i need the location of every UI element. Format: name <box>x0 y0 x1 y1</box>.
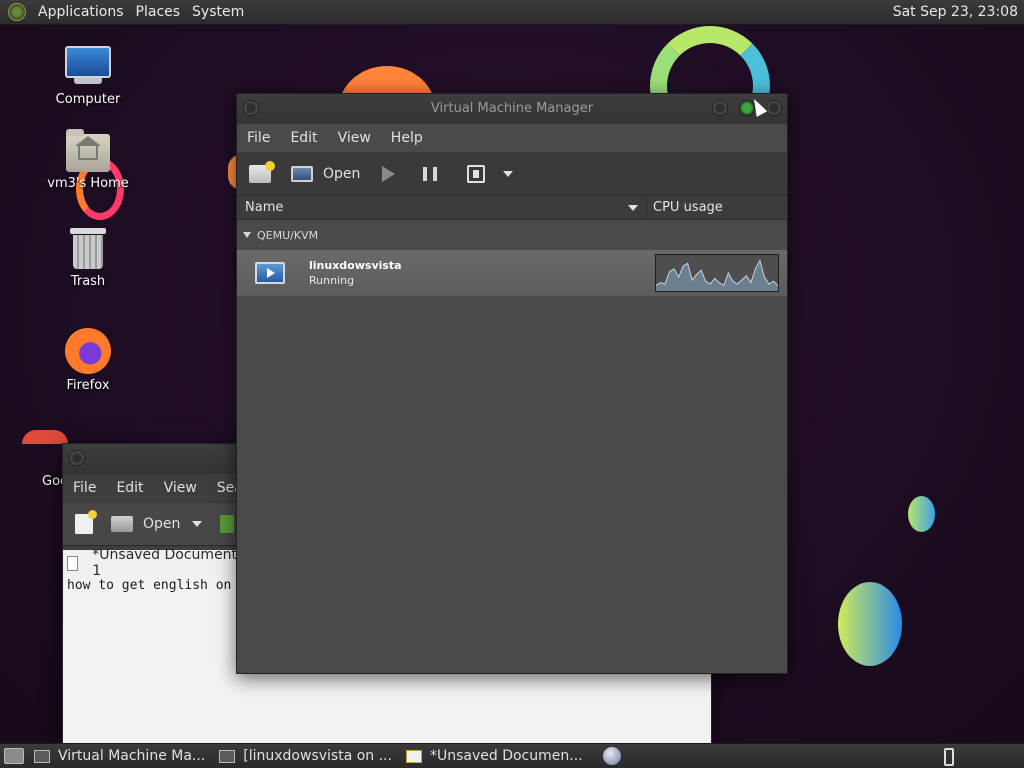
connection-label: QEMU/KVM <box>257 228 319 242</box>
task-text-editor[interactable]: *Unsaved Documen... <box>405 748 583 764</box>
tab-unsaved-document[interactable]: *Unsaved Document 1 <box>63 547 239 579</box>
open-button-label: Open <box>143 516 181 532</box>
column-header-cpu[interactable]: CPU usage <box>647 196 723 219</box>
wallpaper-small-egg <box>908 496 935 532</box>
vm-console-task-icon <box>219 749 236 763</box>
save-icon <box>220 515 235 533</box>
vmm-menu-edit[interactable]: Edit <box>280 130 327 146</box>
shutdown-button[interactable] <box>467 165 486 183</box>
vmm-menu-help[interactable]: Help <box>381 130 433 146</box>
desktop-icon-chrome[interactable]: Goo <box>0 430 68 489</box>
cpu-area <box>656 260 778 291</box>
editor-content: how to get english on <box>67 578 232 593</box>
cpu-usage-graph <box>655 254 779 292</box>
trash-icon <box>70 228 106 270</box>
places-menu[interactable]: Places <box>130 4 187 20</box>
task-label: [linuxdowsvista on ... <box>243 748 392 764</box>
globe-icon[interactable] <box>602 747 621 765</box>
vmm-toolbar: Open <box>237 152 787 196</box>
firefox-icon <box>65 328 111 374</box>
open-folder-icon <box>111 516 133 532</box>
desktop-icon-label: vm3's Home <box>47 176 129 191</box>
open-vm-label: Open <box>323 166 361 182</box>
editor-menu-file[interactable]: File <box>63 480 106 496</box>
editor-menu-view[interactable]: View <box>154 480 207 496</box>
close-button[interactable] <box>766 100 782 116</box>
tab-label: *Unsaved Document 1 <box>92 547 238 579</box>
open-button[interactable]: Open <box>111 516 180 532</box>
task-virt-manager[interactable]: Virtual Machine Ma... <box>34 748 205 764</box>
save-button[interactable] <box>220 515 235 533</box>
new-document-button[interactable] <box>75 510 97 534</box>
chevron-down-icon <box>192 521 203 527</box>
text-editor-task-icon <box>405 749 422 763</box>
run-button[interactable] <box>382 166 396 182</box>
desktop-icon-computer[interactable]: Computer <box>38 46 138 107</box>
window-title: Virtual Machine Manager <box>430 101 594 116</box>
wallpaper-large-egg <box>838 582 902 666</box>
virt-manager-task-icon <box>34 749 50 763</box>
new-document-icon <box>75 510 97 534</box>
desktop-icon-label: Trash <box>70 274 106 289</box>
pause-icon <box>423 167 438 181</box>
vmm-menu-file[interactable]: File <box>237 130 280 146</box>
vmm-titlebar[interactable]: Virtual Machine Manager <box>237 94 787 124</box>
column-cpu-label: CPU usage <box>653 200 723 215</box>
minimize-button[interactable] <box>712 100 728 116</box>
monitor-icon <box>291 166 313 182</box>
desktop-icon-trash[interactable]: Trash <box>38 228 138 289</box>
vm-row[interactable]: linuxdowsvista Running <box>237 250 787 296</box>
vm-list-header: Name CPU usage <box>237 196 787 220</box>
open-dropdown-button[interactable] <box>192 521 203 527</box>
cpu-usage-sparkline <box>655 259 779 291</box>
vm-status: Running <box>309 274 355 287</box>
desktop-icon-label: Computer <box>55 92 121 107</box>
running-vm-icon <box>255 262 285 284</box>
bottom-taskbar: Virtual Machine Ma... [linuxdowsvista on… <box>0 743 1024 768</box>
shutdown-dropdown-button[interactable] <box>503 171 514 177</box>
computer-icon <box>65 46 111 88</box>
column-name-label: Name <box>245 200 284 215</box>
desktop-icon-home[interactable]: vm3's Home <box>38 129 138 191</box>
chrome-icon <box>22 430 68 444</box>
editor-menu-edit[interactable]: Edit <box>106 480 153 496</box>
vm-name: linuxdowsvista <box>309 259 402 272</box>
desktop-icon-label: Firefox <box>66 378 110 393</box>
desktop-icon-label: Goo <box>42 474 68 489</box>
window-menu-icon[interactable] <box>69 450 85 466</box>
connection-group-row[interactable]: QEMU/KVM <box>237 220 787 250</box>
vm-list: Name CPU usage QEMU/KVM linuxdowsvista R… <box>237 196 787 296</box>
distro-logo-icon[interactable] <box>8 3 26 21</box>
new-vm-button[interactable] <box>249 161 275 183</box>
top-panel: Applications Places System Sat Sep 23, 2… <box>0 0 1024 25</box>
device-tray-icon[interactable] <box>944 748 954 766</box>
shutdown-icon <box>467 165 486 183</box>
play-icon <box>382 166 396 182</box>
task-label: Virtual Machine Ma... <box>58 748 206 764</box>
document-icon <box>67 555 79 571</box>
panel-clock[interactable]: Sat Sep 23, 23:08 <box>893 4 1024 20</box>
system-menu[interactable]: System <box>186 4 250 20</box>
vmm-menubar: File Edit View Help <box>237 124 787 152</box>
column-header-name[interactable]: Name <box>237 196 647 219</box>
expander-icon[interactable] <box>243 232 251 238</box>
virt-manager-window[interactable]: Virtual Machine Manager File Edit View H… <box>236 93 788 674</box>
chevron-down-icon <box>503 171 514 177</box>
home-folder-icon <box>66 129 110 172</box>
new-vm-icon <box>249 161 275 183</box>
pause-button[interactable] <box>423 167 438 181</box>
task-vm-console[interactable]: [linuxdowsvista on ... <box>219 748 392 764</box>
show-desktop-button[interactable] <box>4 748 24 764</box>
vmm-menu-view[interactable]: View <box>328 130 381 146</box>
sort-arrow-icon <box>628 205 638 211</box>
desktop-icon-firefox[interactable]: Firefox <box>38 328 138 393</box>
task-label: *Unsaved Documen... <box>429 748 583 764</box>
applications-menu[interactable]: Applications <box>32 4 130 20</box>
open-vm-button[interactable]: Open <box>291 166 360 182</box>
